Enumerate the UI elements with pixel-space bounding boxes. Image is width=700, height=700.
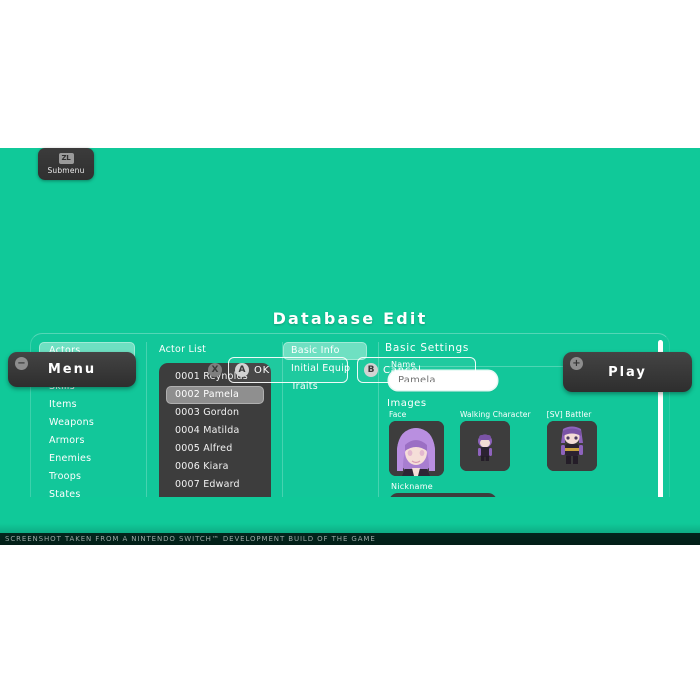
actor-list-header: Actor List [159, 344, 207, 355]
ok-button-label: OK [254, 364, 271, 376]
nickname-label: Nickname [391, 482, 433, 491]
zl-trigger-icon: ZL [58, 153, 74, 164]
menu-button-label: Menu [47, 362, 97, 377]
sidebar-item-armors[interactable]: Armors [39, 432, 135, 450]
images-row: Face Walking Character [SV] Battler [389, 410, 663, 476]
game-screen: Database Edit Actors Classes Skills Item… [0, 148, 700, 545]
list-item-selected[interactable]: 0002 Pamela [166, 386, 264, 404]
battler-sprite-svg [546, 421, 597, 471]
list-item[interactable]: 0004 Matilda [166, 422, 264, 440]
battler-sprite-icon[interactable] [546, 421, 597, 471]
list-item[interactable]: 0003 Gordon [166, 404, 264, 422]
images-label: Images [387, 398, 427, 409]
walking-sprite-icon[interactable] [460, 421, 510, 471]
sidebar-item-troops[interactable]: Troops [39, 468, 135, 486]
x-button-icon[interactable]: X [208, 363, 222, 377]
list-item[interactable]: 0007 Edward [166, 476, 264, 494]
sidebar-item-items[interactable]: Items [39, 396, 135, 414]
cancel-button[interactable]: B Cancel [357, 357, 476, 383]
play-button-label: Play [608, 364, 647, 380]
walking-sprite-svg [460, 421, 510, 471]
sv-battler-cell[interactable]: [SV] Battler [546, 410, 597, 476]
sv-battler-caption: [SV] Battler [546, 410, 592, 419]
face-image-cell[interactable]: Face [389, 410, 444, 476]
walking-character-cell[interactable]: Walking Character [460, 410, 531, 476]
walking-character-caption: Walking Character [460, 410, 531, 419]
sidebar-item-weapons[interactable]: Weapons [39, 414, 135, 432]
face-portrait-svg [389, 421, 444, 476]
cancel-button-label: Cancel [383, 364, 422, 376]
screenshot-root: Database Edit Actors Classes Skills Item… [0, 0, 700, 700]
a-button-icon: A [235, 363, 249, 377]
menu-button[interactable]: − Menu [8, 352, 136, 387]
submenu-button[interactable]: ZL Submenu [38, 148, 94, 180]
play-button[interactable]: + Play [563, 352, 692, 392]
list-item[interactable]: 0006 Kiara [166, 458, 264, 476]
list-item[interactable]: 0005 Alfred [166, 440, 264, 458]
plus-button-icon[interactable]: + [570, 357, 583, 370]
page-title: Database Edit [272, 309, 428, 328]
minus-button-icon[interactable]: − [15, 357, 28, 370]
b-button-icon: B [364, 363, 378, 377]
ok-button[interactable]: A OK [228, 357, 348, 383]
submenu-label: Submenu [47, 166, 85, 175]
face-caption: Face [389, 410, 407, 419]
sidebar-item-enemies[interactable]: Enemies [39, 450, 135, 468]
face-portrait-icon[interactable] [389, 421, 444, 476]
disclaimer-text: SCREENSHOT TAKEN FROM A NINTENDO SWITCH™… [0, 533, 700, 545]
